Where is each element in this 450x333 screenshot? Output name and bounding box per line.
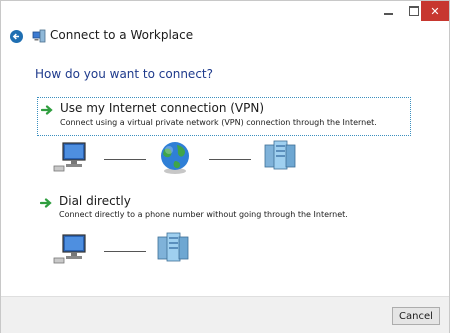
option-vpn-description: Connect using a virtual private network … [60, 118, 377, 127]
connection-line [104, 251, 146, 252]
close-button[interactable]: ✕ [421, 1, 449, 21]
option-dial[interactable]: Dial directly Connect directly to a phon… [37, 194, 411, 224]
green-arrow-icon [40, 198, 52, 208]
connect-workplace-window: ✕ Connect to a Workplace How do you want… [0, 0, 450, 333]
close-icon: ✕ [430, 4, 440, 18]
connection-line [209, 159, 251, 160]
maximize-icon [408, 6, 419, 16]
connection-line [104, 159, 146, 160]
cancel-button[interactable]: Cancel [392, 307, 440, 325]
server-icon [157, 232, 189, 262]
window-title: Connect to a Workplace [50, 28, 194, 42]
option-vpn[interactable]: Use my Internet connection (VPN) Connect… [37, 97, 411, 136]
option-dial-description: Connect directly to a phone number witho… [59, 210, 348, 219]
option-vpn-title: Use my Internet connection (VPN) [60, 101, 265, 115]
server-icon [264, 140, 296, 170]
green-arrow-icon [41, 105, 53, 115]
network-wizard-icon [32, 29, 46, 43]
minimize-icon [384, 13, 393, 15]
minimize-button[interactable] [376, 1, 401, 21]
back-button[interactable] [10, 30, 23, 43]
back-arrow-icon [12, 33, 19, 40]
window-titlebar: ✕ [1, 1, 449, 25]
computer-icon [53, 234, 86, 264]
computer-icon [53, 142, 86, 172]
dialog-footer: Cancel [1, 296, 449, 333]
option-dial-title: Dial directly [59, 194, 131, 208]
connection-question: How do you want to connect? [35, 67, 213, 81]
globe-icon [161, 142, 189, 174]
